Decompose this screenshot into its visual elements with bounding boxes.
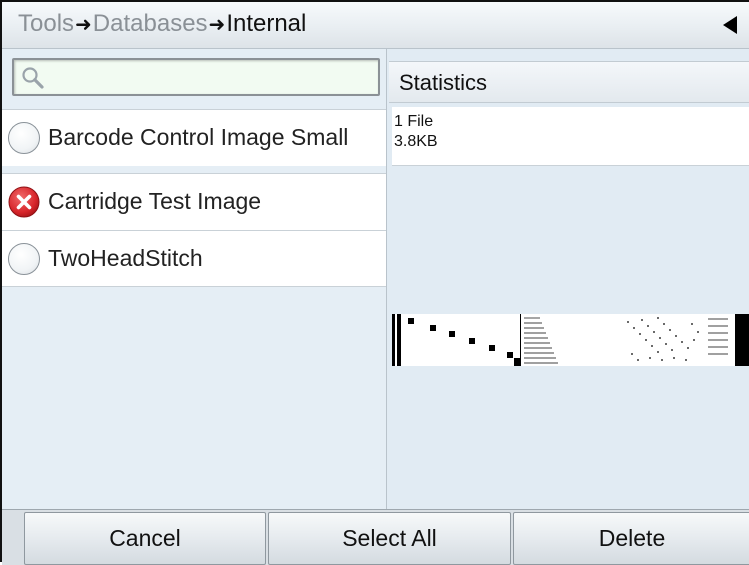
list-item-label: Barcode Control Image Small [48, 124, 349, 150]
cancel-button[interactable]: Cancel [24, 512, 266, 565]
statistics-panel: 1 File 3.8KB [392, 107, 749, 166]
search-input[interactable] [48, 64, 372, 92]
search-icon [22, 67, 44, 89]
file-size: 3.8KB [394, 133, 438, 150]
image-preview [392, 314, 749, 366]
breadcrumb-separator: ➜ [75, 14, 92, 36]
title-bar: Tools➜Databases➜Internal [2, 2, 749, 49]
file-list-panel: Barcode Control Image Small Cartridge Te… [2, 49, 387, 509]
breadcrumb-item-internal: Internal [226, 10, 307, 37]
select-all-button[interactable]: Select All [268, 512, 511, 565]
statistics-title: Statistics [399, 70, 488, 95]
radio-icon[interactable] [8, 243, 40, 275]
action-bar: Cancel Select All Delete [2, 509, 749, 565]
list-item[interactable]: Cartridge Test Image [2, 173, 386, 230]
list-item[interactable]: Barcode Control Image Small [2, 109, 386, 166]
breadcrumb-item-databases[interactable]: Databases [93, 10, 208, 37]
list-item-label: TwoHeadStitch [48, 245, 203, 271]
search-field[interactable] [12, 58, 380, 96]
delete-button[interactable]: Delete [513, 512, 749, 565]
list-item[interactable]: TwoHeadStitch [2, 230, 386, 287]
breadcrumb-item-tools[interactable]: Tools [18, 10, 74, 37]
error-x-icon[interactable] [8, 186, 40, 218]
radio-icon[interactable] [8, 122, 40, 154]
breadcrumb: Tools➜Databases➜Internal [18, 10, 306, 39]
app-window: Tools➜Databases➜Internal Barcode Control… [0, 0, 749, 565]
cartridge-test-image [392, 314, 749, 366]
list-item-label: Cartridge Test Image [48, 188, 262, 214]
file-count: 1 File [394, 113, 434, 130]
back-arrow-icon[interactable] [723, 16, 737, 34]
breadcrumb-separator: ➜ [208, 14, 226, 36]
statistics-header: Statistics [389, 61, 749, 103]
search-row [2, 49, 386, 103]
